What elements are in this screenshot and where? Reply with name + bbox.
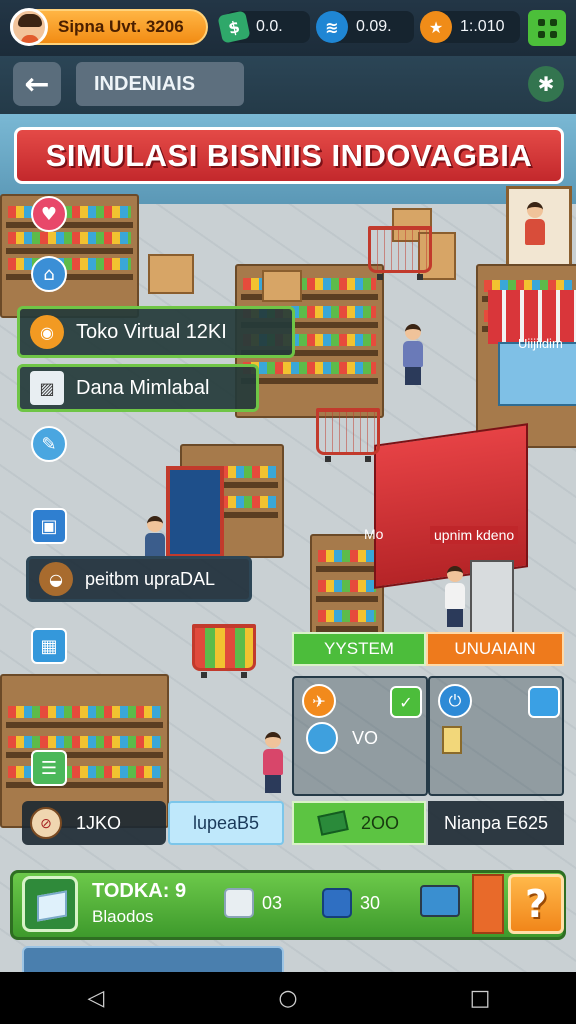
package-icon[interactable] — [22, 876, 78, 932]
crate-icon[interactable]: ▦ — [31, 628, 67, 664]
gem-value: 0.09. — [356, 18, 392, 35]
panel-value: VO — [352, 728, 379, 748]
cash-stat-value: 2OO — [360, 812, 399, 833]
square-recents-icon: □ — [469, 985, 491, 1011]
upgrade-button[interactable]: lupeaB5 — [168, 801, 284, 845]
grid-menu-button[interactable] — [528, 10, 566, 46]
arrow-left-icon: ← — [24, 66, 50, 102]
shopper — [258, 732, 288, 793]
menu-item-funds[interactable]: ▨ Dana Mimlabal — [17, 364, 259, 412]
cash-stat: 2OO — [292, 801, 426, 845]
cube-icon[interactable]: ▣ — [31, 508, 67, 544]
scene-label-upnim-kdeno: upnim kdeno — [430, 526, 519, 544]
tab-system[interactable]: YYSTEM — [292, 632, 426, 666]
menu-item-label: Dana Mimlabal — [76, 376, 210, 399]
hud-subtitle: Blaodos — [92, 907, 154, 926]
flag-button[interactable] — [472, 874, 504, 934]
shopping-cart — [192, 624, 256, 678]
tab-unlock[interactable]: UNUAIAIN — [426, 632, 564, 666]
scene-label-mo: Mo — [364, 526, 384, 542]
star-icon: ✱ — [537, 72, 555, 96]
vending-machine — [470, 560, 514, 634]
star-coin-icon: ★ — [420, 11, 452, 43]
menu-item-upgrade[interactable]: ◒ peitbm upraDAL — [26, 556, 252, 602]
partial-next-panel[interactable] — [22, 946, 284, 974]
shirt-icon[interactable]: ⌂ — [31, 256, 67, 292]
location-label[interactable]: INDENIAIS — [76, 62, 244, 106]
box — [262, 270, 302, 302]
gem-icon: ≋ — [316, 11, 348, 43]
nav-back-button[interactable]: ◁ — [66, 978, 126, 1018]
shopper — [398, 324, 428, 385]
list-icon[interactable]: ☰ — [31, 750, 67, 786]
treasure-chest-icon[interactable] — [420, 885, 460, 917]
hud-item-crates[interactable]: 30 — [322, 885, 380, 921]
cash-icon: $ — [217, 10, 251, 44]
hud-item-value: 30 — [360, 892, 381, 913]
nav-recents-button[interactable]: □ — [450, 978, 510, 1018]
unlock-panel[interactable]: ⏻ — [428, 676, 564, 796]
store-level-value: 1JKO — [76, 812, 122, 833]
capacity-stat: Nianpa E625 — [428, 801, 564, 845]
circle-home-icon: ○ — [278, 985, 298, 1011]
avatar[interactable] — [10, 8, 48, 46]
question-mark-icon: ? — [524, 882, 548, 926]
cash-value: 0.0. — [256, 18, 283, 35]
hud-item-documents[interactable]: 03 — [224, 885, 282, 921]
shopping-cart — [368, 226, 432, 280]
star-coin-counter[interactable]: ★ 1:.010 — [420, 11, 520, 43]
star-coin-value: 1:.010 — [460, 18, 505, 35]
player-name: Sipna Uvt. 3206 — [58, 17, 184, 36]
favorite-button[interactable]: ✱ — [528, 66, 564, 102]
system-panel[interactable]: ✈ ✓ VO — [292, 676, 428, 796]
hud-item-value: 03 — [262, 892, 283, 913]
grid-menu-icon — [537, 18, 545, 26]
checkmark-icon[interactable]: ✓ — [390, 686, 422, 718]
gem-counter[interactable]: ≋ 0.09. — [316, 11, 414, 43]
back-button[interactable]: ← — [13, 62, 61, 106]
document-icon — [224, 888, 254, 918]
menu-item-label: Toko Virtual 12KI — [76, 320, 227, 343]
money-icon — [317, 810, 349, 836]
shopping-cart — [316, 408, 380, 462]
bottle-icon — [442, 726, 462, 754]
menu-item-virtual-store[interactable]: ◉ Toko Virtual 12KI — [17, 306, 295, 358]
store-scene[interactable]: Uiijiidim Mo upnim kdeno — [0, 114, 576, 974]
shelf — [0, 194, 139, 318]
box-icon: ▨ — [30, 371, 64, 405]
system-nav-bar: ◁ ○ □ — [0, 972, 576, 1024]
no-entry-icon: ⊘ — [30, 807, 62, 839]
coin-icon: ◉ — [30, 315, 64, 349]
checkout-screen — [166, 466, 224, 558]
stall-counter — [498, 342, 576, 406]
power-icon[interactable]: ⏻ — [438, 684, 472, 718]
heart-icon[interactable]: ♥ — [31, 196, 67, 232]
menu-item-label: peitbm upraDAL — [85, 568, 216, 589]
nav-home-button[interactable]: ○ — [258, 978, 318, 1018]
tag-icon[interactable]: ✎ — [31, 426, 67, 462]
help-button[interactable]: ? — [508, 874, 564, 934]
crate-icon — [322, 888, 352, 918]
stall-sign: Uiijiidim — [518, 336, 563, 351]
hud-title: TODKA: 9 — [92, 880, 187, 902]
box — [148, 254, 194, 294]
refresh-icon[interactable] — [306, 722, 338, 754]
shopkeeper — [520, 202, 550, 245]
plane-icon[interactable]: ✈ — [302, 684, 336, 718]
store-level-stat: ⊘ 1JKO — [22, 801, 166, 845]
game-title-banner: SIMULASI BISNIIS INDOVAGBIA — [14, 127, 564, 184]
rocket-icon[interactable] — [528, 686, 560, 718]
triangle-back-icon: ◁ — [87, 985, 105, 1011]
shopper — [440, 566, 470, 627]
cash-counter[interactable]: $ 0.0. — [217, 10, 310, 44]
player-profile-pill[interactable]: Sipna Uvt. 3206 — [10, 8, 208, 46]
bowl-icon: ◒ — [39, 562, 73, 596]
